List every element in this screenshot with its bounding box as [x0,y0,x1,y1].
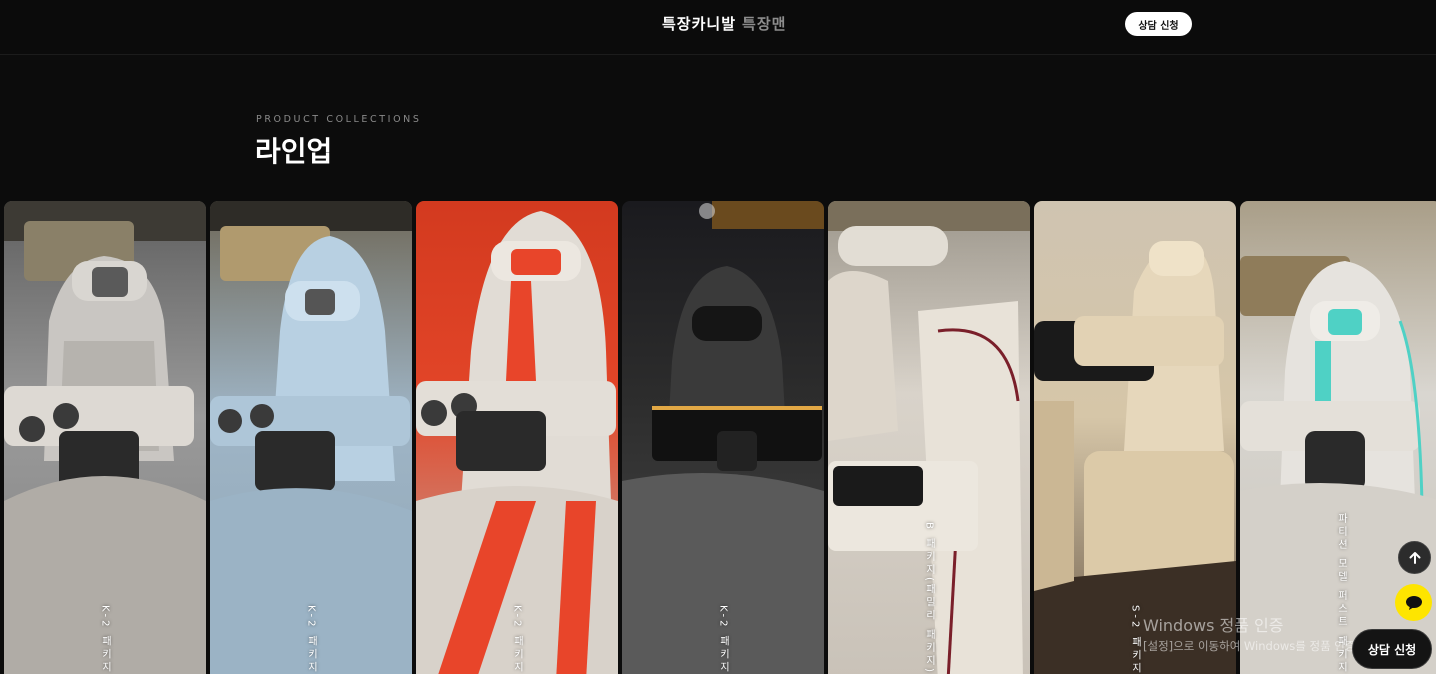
card-2-label: K-2 패키지 [305,605,317,674]
floating-consult-button[interactable]: 상담 신청 [1352,629,1432,669]
site-header: 특장카니발 특장맨 상담 신청 [0,0,1436,55]
logo-brand: 특장카니발 [662,15,737,33]
lineup-carousel: K-2 패키지 K-2 패키지 K-2 패키지 K-2 패키지 B 패키지(패밀… [0,201,1436,674]
header-consult-button[interactable]: 상담 신청 [1125,12,1192,36]
card-7-label: 파티션 모델 퍼스트 패키지 [1335,513,1347,674]
kakao-chat-button[interactable] [1395,584,1432,621]
logo-sub-brand: 특장맨 [742,15,787,33]
card-4-label: K-2 패키지 [717,605,729,674]
card-1-seat-image [4,201,206,674]
site-logo[interactable]: 특장카니발 특장맨 [662,13,786,34]
card-6-seat-image [1034,241,1236,674]
lineup-card-4[interactable]: K-2 패키지 [622,201,824,674]
card-6-label: S-2 패키지 [1129,604,1141,674]
section-title: 라인업 [255,135,333,168]
card-3-seat-image [416,211,618,674]
section-eyebrow: PRODUCT COLLECTIONS [256,114,422,125]
lineup-card-2[interactable]: K-2 패키지 [210,201,412,674]
scroll-to-top-button[interactable] [1398,541,1431,574]
card-1-label: K-2 패키지 [99,605,111,674]
card-5-label: B 패키지(패밀리 패키지) [923,521,935,674]
lineup-card-6[interactable]: S-2 패키지 [1034,201,1236,674]
chat-bubble-icon [1405,595,1422,610]
card-4-seat-image [622,201,824,674]
lineup-card-3[interactable]: K-2 패키지 [416,201,618,674]
lineup-card-1[interactable]: K-2 패키지 [4,201,206,674]
card-2-seat-image [210,201,412,674]
lineup-card-5[interactable]: B 패키지(패밀리 패키지) [828,201,1030,674]
card-3-label: K-2 패키지 [511,605,523,674]
arrow-up-icon [1409,551,1420,564]
